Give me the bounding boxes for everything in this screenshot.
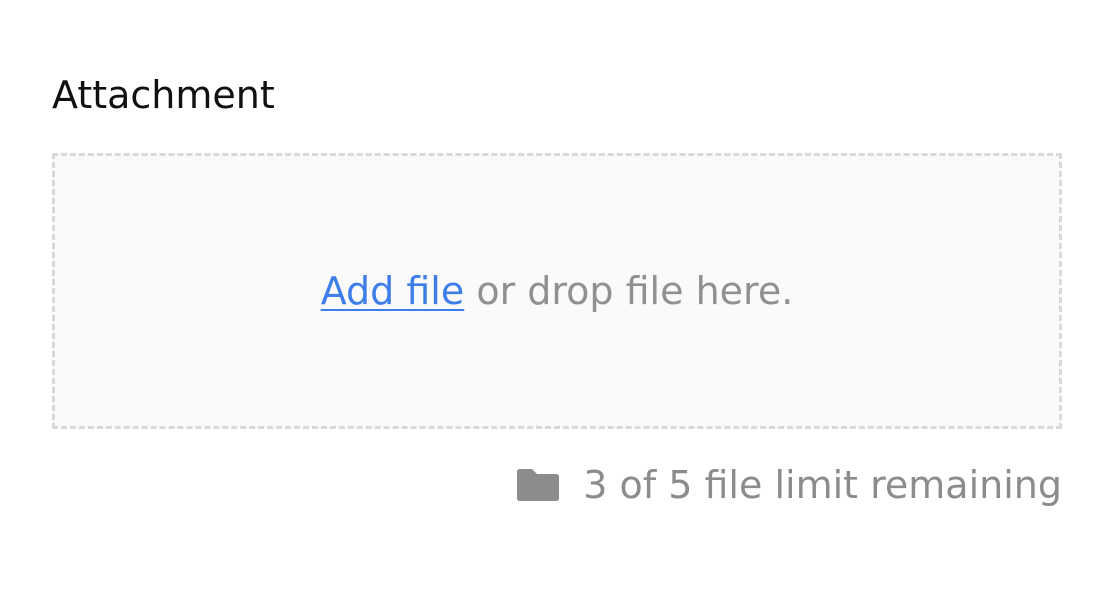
file-limit-text: 3 of 5 file limit remaining	[583, 463, 1062, 507]
file-dropzone[interactable]: Add file or drop file here.	[52, 153, 1062, 429]
file-limit-status: 3 of 5 file limit remaining	[515, 462, 1062, 508]
add-file-link[interactable]: Add file	[321, 269, 465, 313]
dropzone-hint: or drop file here.	[464, 269, 794, 313]
folder-icon	[515, 467, 561, 503]
attachment-label: Attachment	[52, 73, 275, 117]
dropzone-text: Add file or drop file here.	[321, 268, 794, 314]
